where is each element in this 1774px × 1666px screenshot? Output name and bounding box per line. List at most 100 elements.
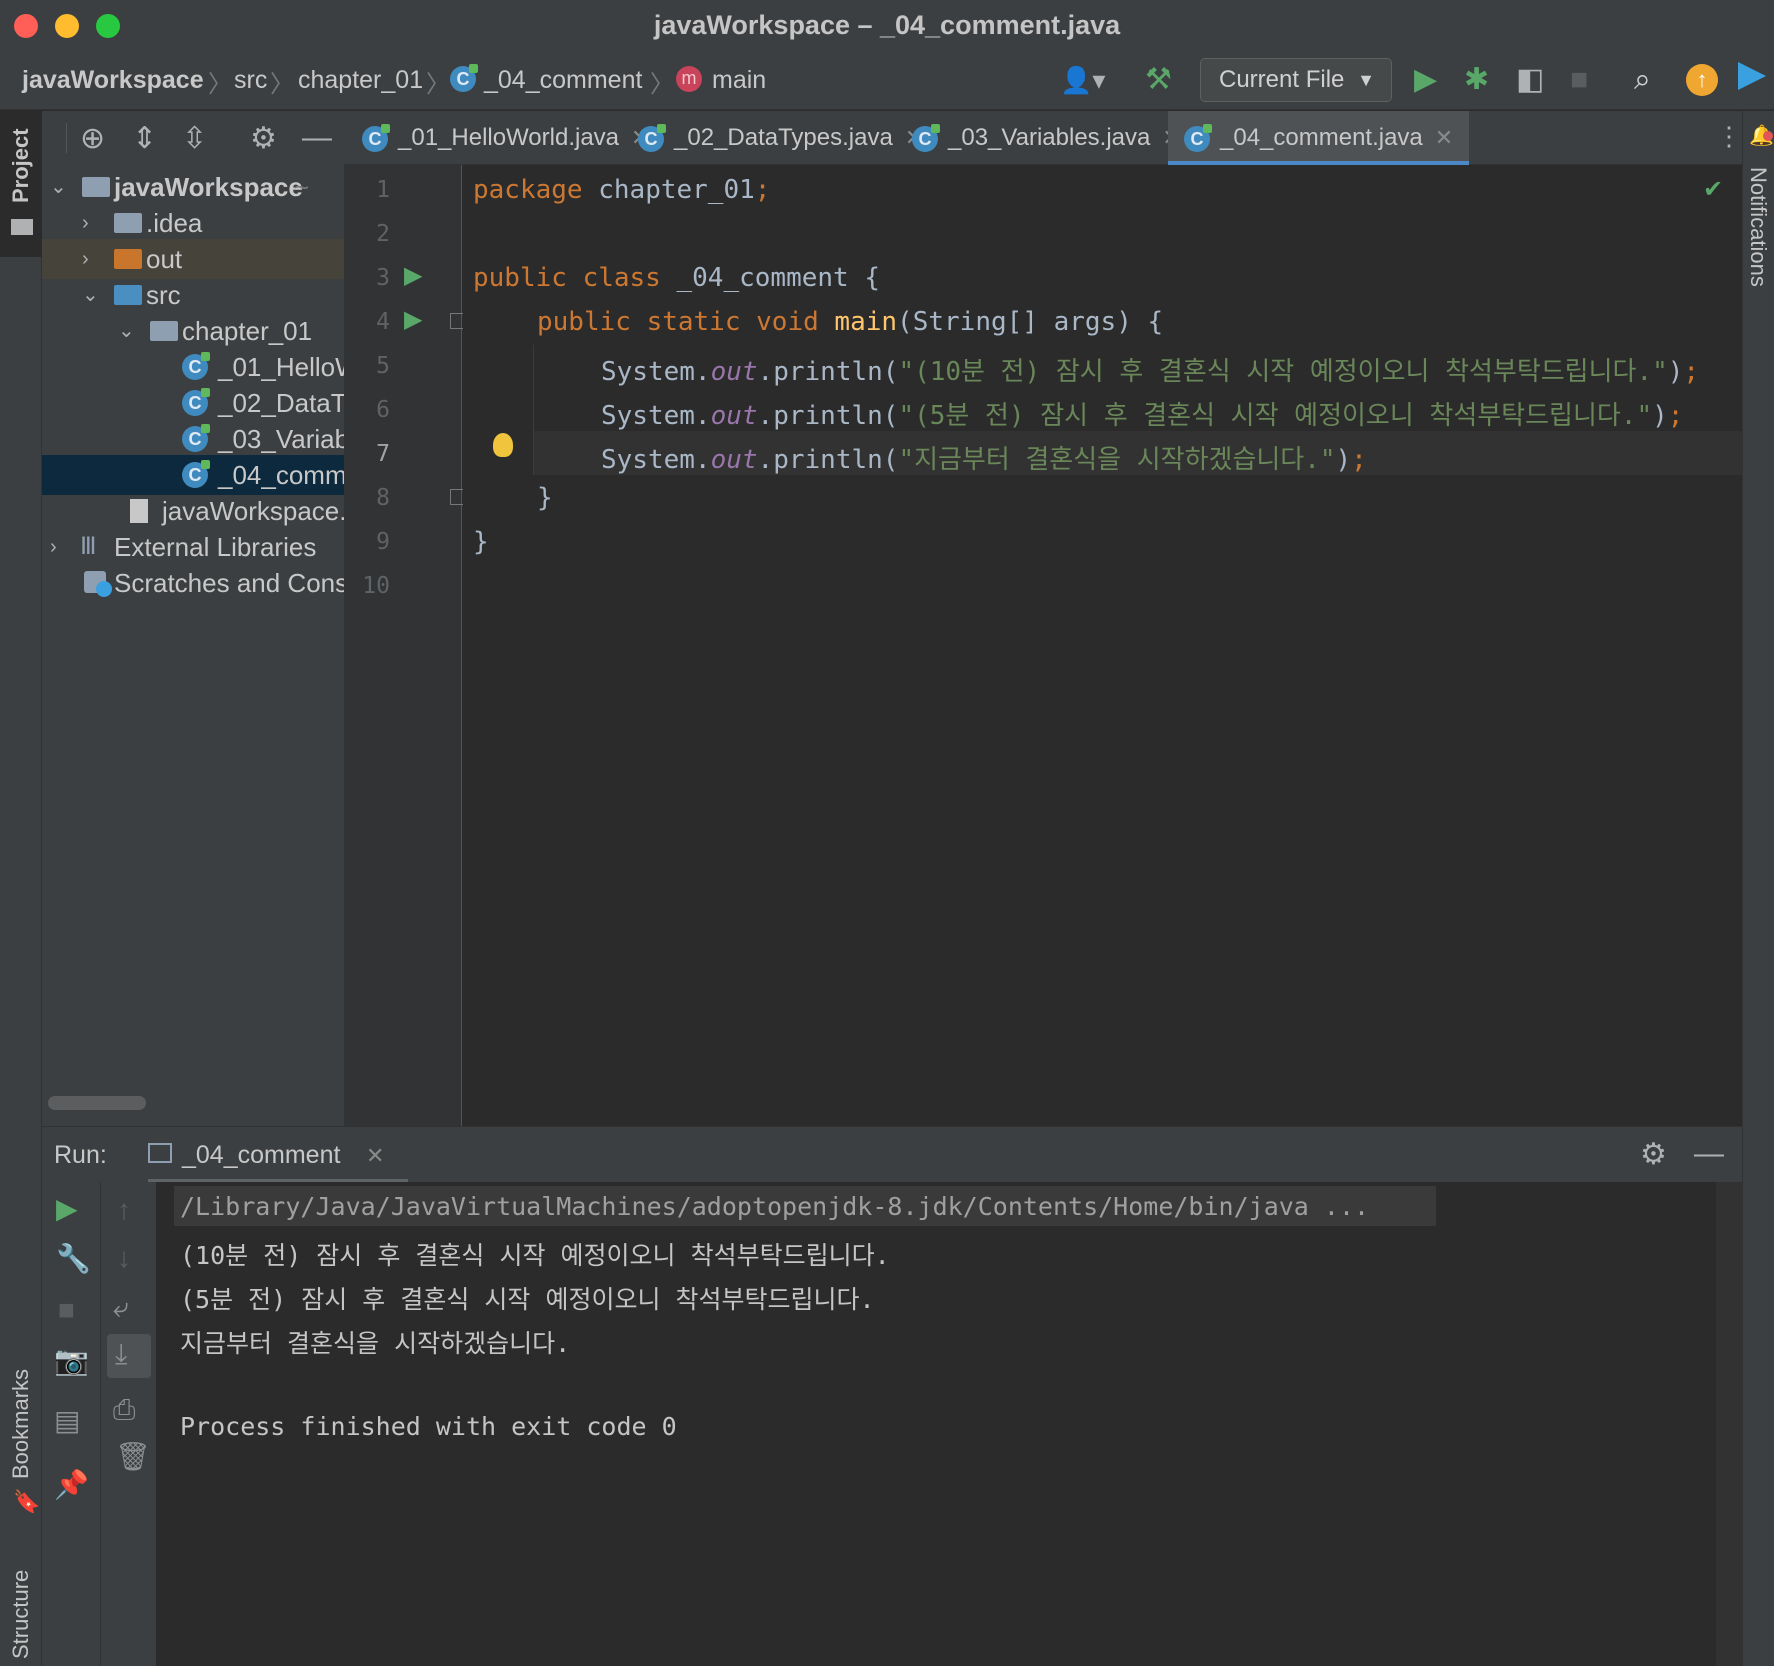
structure-tool-button[interactable]: Structure	[0, 1551, 42, 1661]
tab-label: _03_Variables.java	[948, 124, 1151, 151]
plugin-logo-icon[interactable]	[1738, 62, 1766, 90]
tree-item-package[interactable]: ⌄ chapter_01	[42, 311, 344, 351]
collapse-all-icon[interactable]: ⇳	[182, 121, 207, 156]
left-tool-stripe: Project Bookmarks 🔖 Structure	[0, 111, 42, 1666]
breadcrumb-src[interactable]: src	[234, 66, 267, 95]
console-line: (10분 전) 잠시 후 결혼식 시작 예정이오니 착석부탁드립니다.	[180, 1241, 890, 1270]
run-main-gutter-icon[interactable]: ▶	[404, 305, 422, 334]
soft-wrap-icon[interactable]: ⤶	[113, 1292, 129, 1325]
pin-icon[interactable]: 📌	[54, 1468, 89, 1501]
build-hammer-icon[interactable]: ⚒	[1145, 62, 1172, 98]
code-line: public static void main(String[] args) {	[537, 307, 1164, 337]
console-output[interactable]: /Library/Java/JavaVirtualMachines/adopto…	[156, 1182, 1716, 1666]
tree-item-label: _04_comment	[218, 460, 344, 490]
tree-item-class[interactable]: C _01_HelloWorld	[42, 347, 344, 387]
tree-item-idea[interactable]: › .idea	[42, 203, 344, 243]
tree-item-class[interactable]: C _02_DataTypes	[42, 383, 344, 423]
tree-item-root[interactable]: ⌄ javaWorkspace ~	[42, 167, 344, 207]
tab-variables[interactable]: C_03_Variables.java✕	[912, 111, 1181, 165]
chevron-right-icon: ›	[50, 536, 57, 558]
gear-icon[interactable]: ⚙	[250, 121, 277, 156]
breadcrumb-package[interactable]: chapter_01	[298, 66, 423, 95]
locate-icon[interactable]: ⊕	[80, 121, 105, 156]
run-panel-title: Run:	[54, 1141, 107, 1169]
layout-icon[interactable]: ▤	[54, 1404, 80, 1437]
tab-comment-active[interactable]: C _04_comment.java ✕	[1168, 111, 1470, 165]
bookmarks-tool-button[interactable]: Bookmarks 🔖	[0, 1361, 42, 1514]
line-number: 8	[376, 485, 390, 511]
tree-item-out[interactable]: › out	[42, 239, 344, 279]
console-scrollbar[interactable]	[1716, 1182, 1742, 1666]
more-tabs-icon[interactable]: ⋮	[1716, 121, 1742, 152]
class-icon: C	[362, 123, 390, 152]
expand-all-icon[interactable]: ⇕	[132, 121, 157, 156]
tree-item-scratches[interactable]: Scratches and Consoles	[42, 563, 344, 603]
close-tab-icon[interactable]: ✕	[1435, 125, 1453, 150]
fold-icon[interactable]	[450, 313, 464, 329]
stop-icon[interactable]: ■	[58, 1294, 75, 1326]
project-tool-button[interactable]: Project	[0, 111, 42, 257]
vcs-user-icon[interactable]: 👤▾	[1060, 62, 1105, 98]
chevron-down-icon: ⌄	[82, 284, 99, 306]
breadcrumb-class[interactable]: _04_comment	[484, 66, 642, 95]
tree-item-label: chapter_01	[182, 316, 313, 346]
coverage-icon[interactable]: ◧	[1516, 62, 1544, 98]
horizontal-scrollbar[interactable]	[48, 1096, 146, 1110]
tab-datatypes[interactable]: C_02_DataTypes.java✕	[638, 111, 923, 165]
up-arrow-icon[interactable]: ↑	[117, 1194, 131, 1226]
run-configuration-select[interactable]: Current File ▼	[1200, 58, 1392, 102]
run-tab[interactable]: _04_comment ✕	[148, 1127, 408, 1183]
breadcrumb-separator: 〉	[426, 71, 450, 98]
print-icon[interactable]: ⎙	[113, 1394, 135, 1427]
rerun-icon[interactable]: ▶	[56, 1192, 78, 1225]
hide-panel-icon[interactable]: —	[302, 121, 332, 155]
tree-item-src[interactable]: ⌄ src	[42, 275, 344, 315]
code-line-current: System.out.println("지금부터 결혼식을 시작하겠습니다.")…	[601, 445, 1367, 475]
close-tab-icon[interactable]: ✕	[366, 1143, 384, 1169]
trash-icon[interactable]: 🗑	[115, 1440, 151, 1473]
tree-item-label: _03_Variables	[218, 424, 344, 454]
code-line: System.out.println("(10분 전) 잠시 후 결혼식 시작 …	[601, 357, 1700, 387]
run-toolbar-secondary: ↑ ↓ ⤶ ⤓ ⎙ 🗑	[100, 1182, 156, 1666]
chevron-right-icon: ›	[82, 248, 89, 270]
run-toolbar-primary: ▶ 🔧 ■ 📷 ▤ 📌	[42, 1182, 100, 1666]
run-configuration-label: Current File	[1219, 66, 1345, 93]
scroll-to-end-button[interactable]: ⤓	[107, 1334, 151, 1378]
line-number: 3	[376, 265, 390, 291]
down-arrow-icon[interactable]: ↓	[117, 1242, 131, 1274]
run-tab-label: _04_comment	[182, 1141, 341, 1169]
run-icon[interactable]: ▶	[1414, 62, 1437, 98]
notifications-tool-label[interactable]: Notifications	[1745, 167, 1771, 287]
wrench-icon[interactable]: 🔧	[56, 1242, 91, 1275]
stop-icon[interactable]: ■	[1570, 62, 1588, 98]
lightbulb-icon[interactable]	[493, 433, 513, 457]
hide-panel-icon[interactable]: —	[1694, 1137, 1724, 1171]
tree-item-class-selected[interactable]: C _04_comment	[42, 455, 344, 495]
update-icon[interactable]: ↑	[1686, 64, 1718, 96]
tree-item-label: _02_DataTypes	[218, 388, 344, 418]
camera-icon[interactable]: 📷	[54, 1344, 89, 1377]
console-icon	[148, 1143, 172, 1163]
run-class-gutter-icon[interactable]: ▶	[404, 261, 422, 290]
clock-icon	[96, 581, 112, 597]
tree-item-iml[interactable]: javaWorkspace.iml	[42, 491, 344, 531]
search-icon[interactable]: ⌕	[1634, 62, 1651, 98]
chevron-down-icon: ⌄	[118, 320, 135, 342]
excluded-folder-icon	[114, 249, 142, 269]
tab-helloworld[interactable]: C_01_HelloWorld.java✕	[362, 111, 649, 165]
breadcrumb-separator: 〉	[650, 71, 674, 98]
tree-item-class[interactable]: C _03_Variables	[42, 419, 344, 459]
debug-bug-icon[interactable]: ✱	[1464, 62, 1489, 98]
fold-icon[interactable]	[450, 489, 464, 505]
class-icon: C	[182, 460, 210, 488]
breadcrumb-method[interactable]: main	[712, 66, 766, 95]
breadcrumb-project[interactable]: javaWorkspace	[22, 66, 204, 95]
libraries-icon: Ⅲ	[80, 533, 97, 560]
tab-label: _04_comment.java	[1220, 124, 1423, 151]
class-icon: C	[638, 123, 666, 152]
module-folder-icon	[82, 177, 110, 197]
package-icon	[150, 321, 178, 341]
gear-icon[interactable]: ⚙	[1640, 1137, 1667, 1172]
tree-item-libraries[interactable]: › Ⅲ External Libraries	[42, 527, 344, 567]
code-editor[interactable]: package chapter_01; public class _04_com…	[463, 165, 1742, 1126]
